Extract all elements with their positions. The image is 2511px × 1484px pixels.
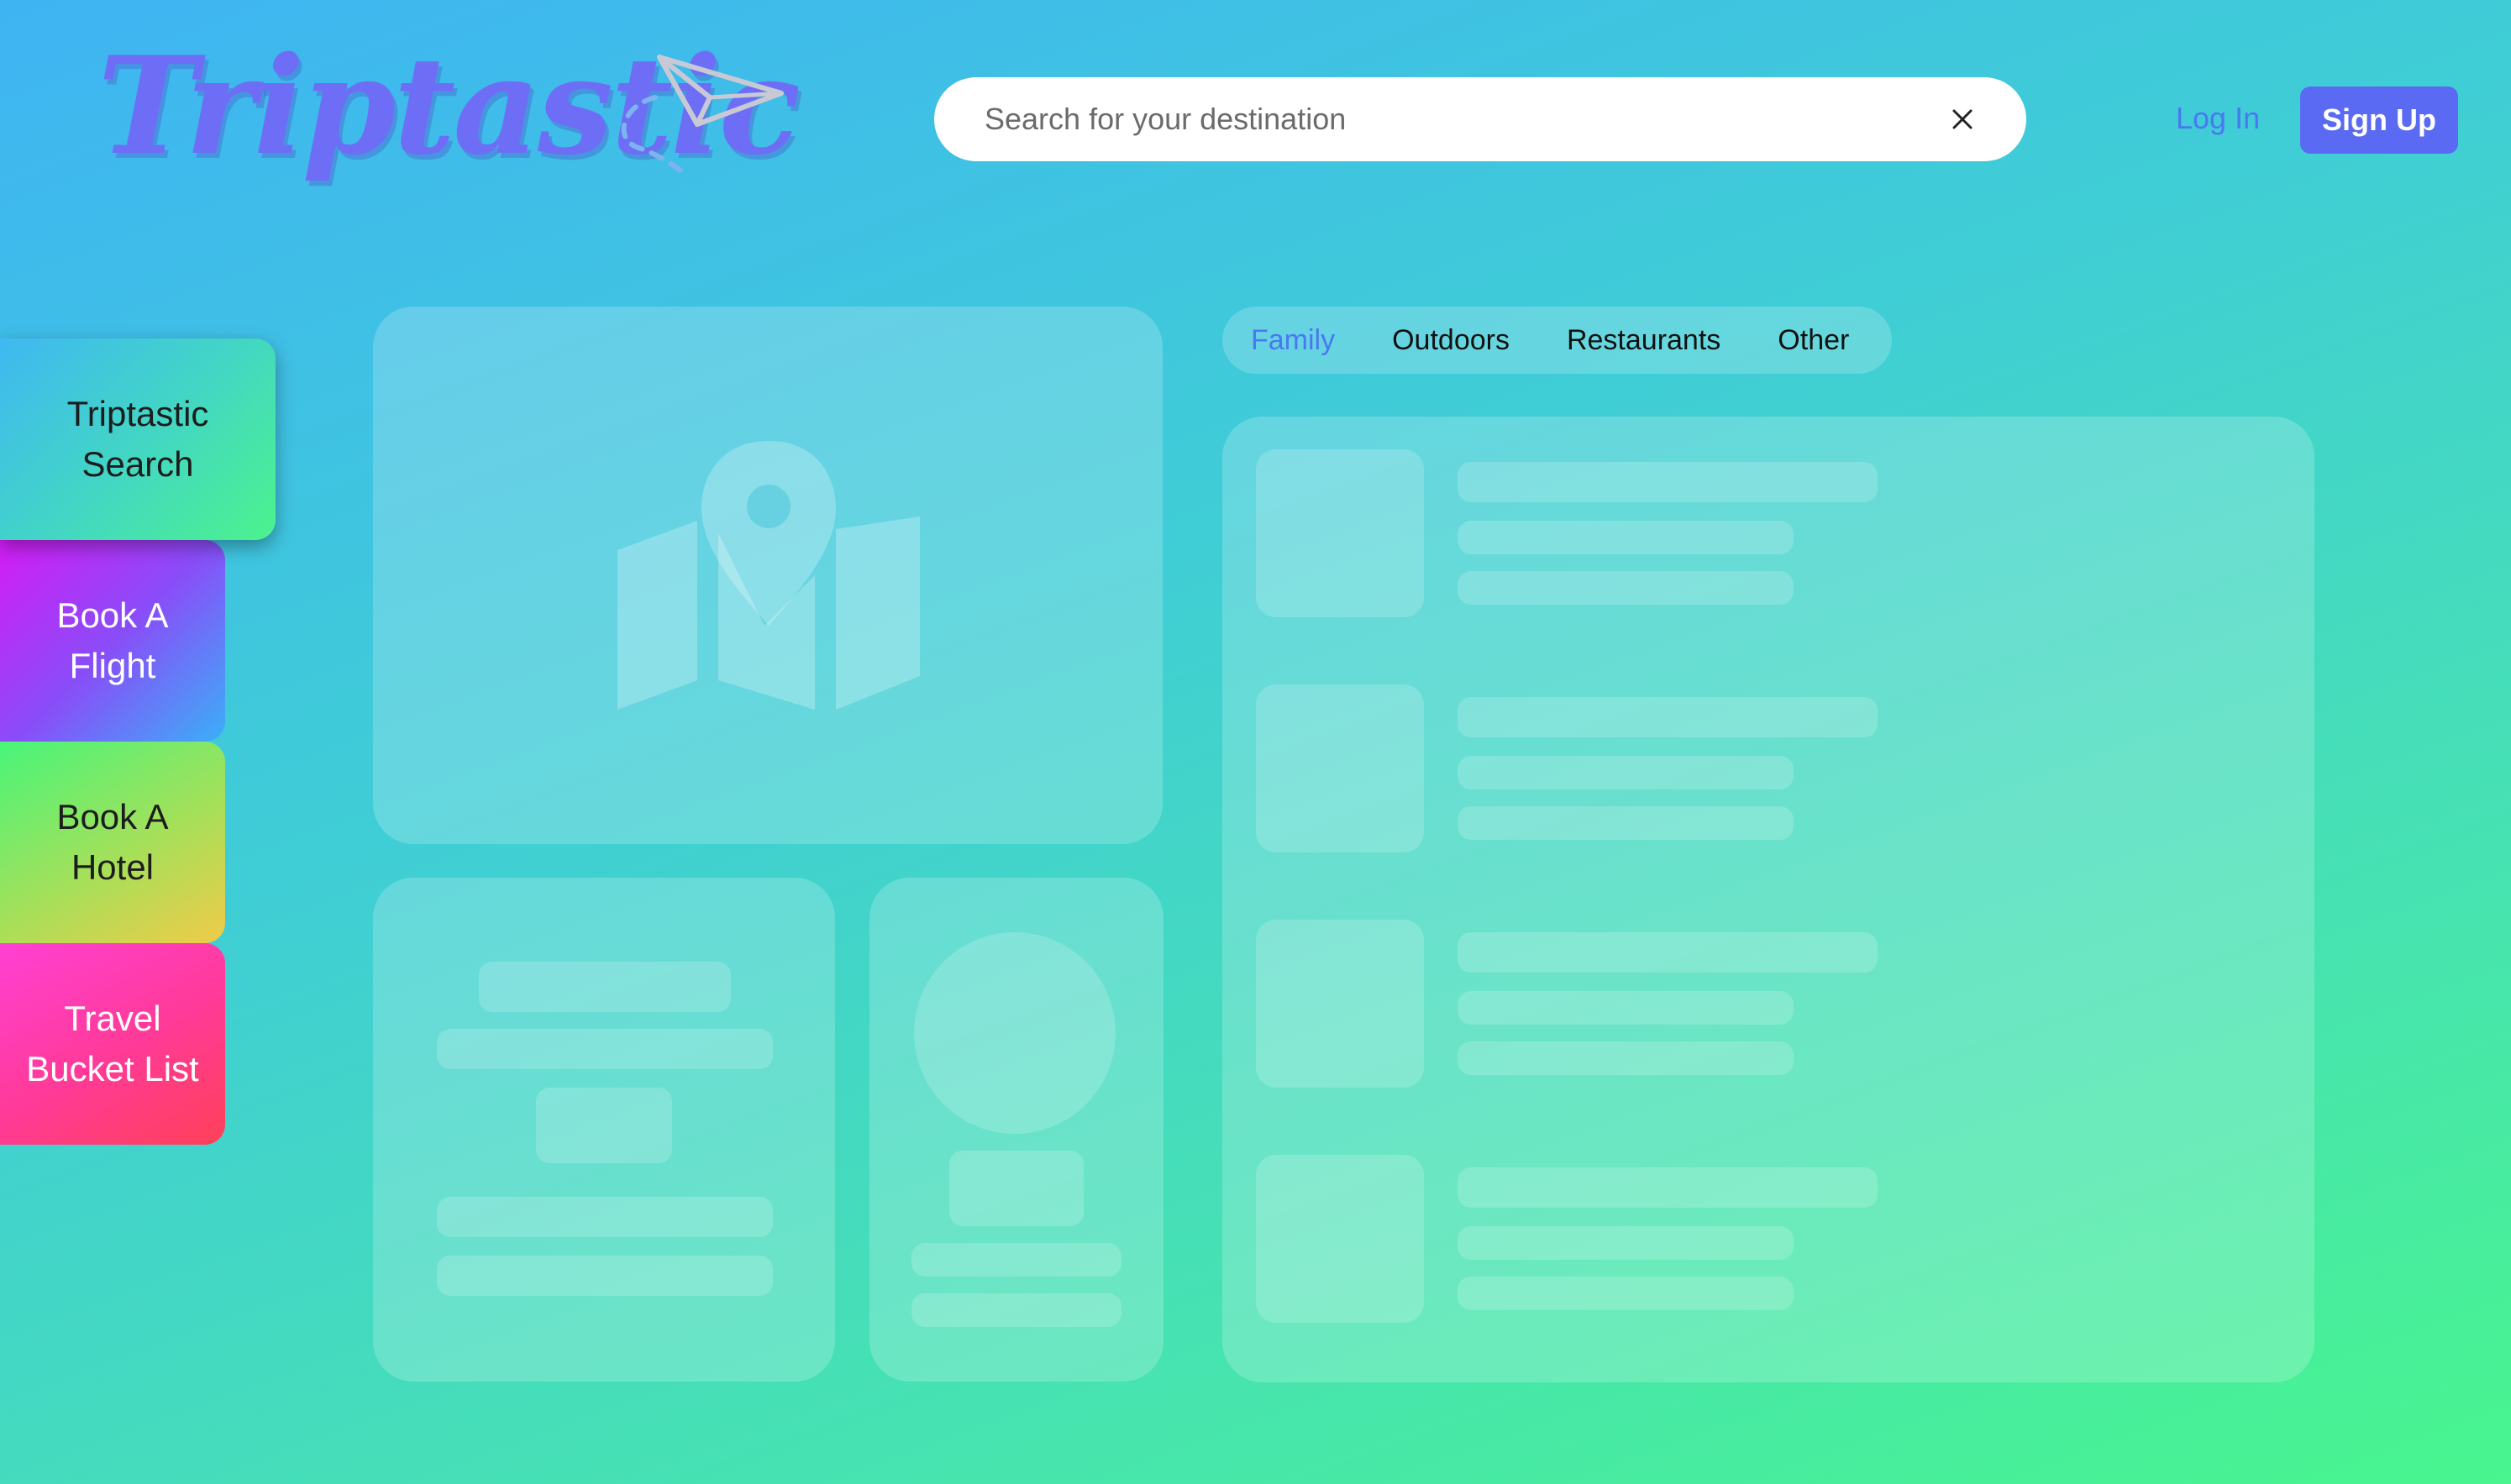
list-item-title (1458, 697, 1878, 737)
search-bar[interactable] (934, 77, 2026, 161)
signup-button[interactable]: Sign Up (2300, 87, 2458, 154)
list-item-line (1458, 1277, 1794, 1310)
sidebar-item-bucket-list[interactable]: Travel Bucket List (0, 943, 225, 1145)
list-item-thumbnail (1256, 1155, 1424, 1323)
skeleton-block (949, 1151, 1084, 1226)
skeleton-line (479, 962, 731, 1012)
list-item-title (1458, 932, 1878, 973)
list-item-line (1458, 1041, 1794, 1075)
sidebar-item-book-hotel[interactable]: Book A Hotel (0, 742, 225, 943)
list-item-line (1458, 806, 1794, 840)
list-item-line (1458, 991, 1794, 1025)
skeleton-block (536, 1088, 672, 1163)
sidebar-item-book-flight[interactable]: Book A Flight (0, 540, 225, 742)
list-item-thumbnail (1256, 920, 1424, 1088)
list-item-title (1458, 462, 1878, 502)
list-item-title (1458, 1167, 1878, 1208)
avatar-placeholder (914, 932, 1116, 1134)
list-item-thumbnail (1256, 684, 1424, 852)
list-item-line (1458, 1226, 1794, 1260)
sidebar-item-triptastic-search[interactable]: Triptastic Search (0, 338, 276, 540)
paper-plane-icon (621, 55, 784, 176)
close-icon[interactable] (1946, 102, 1979, 136)
list-item-line (1458, 521, 1794, 554)
list-item-line (1458, 756, 1794, 789)
search-input[interactable] (983, 101, 1946, 138)
tab-restaurants[interactable]: Restaurants (1538, 324, 1749, 357)
tab-other[interactable]: Other (1749, 324, 1878, 357)
list-item-thumbnail (1256, 449, 1424, 617)
skeleton-line (437, 1256, 773, 1296)
list-item-line (1458, 571, 1794, 605)
login-link[interactable]: Log In (2176, 101, 2260, 136)
skeleton-line (437, 1029, 773, 1069)
tab-family[interactable]: Family (1251, 324, 1363, 357)
tab-outdoors[interactable]: Outdoors (1363, 324, 1538, 357)
skeleton-line (911, 1243, 1122, 1277)
skeleton-line (437, 1197, 773, 1237)
map-pin-icon (617, 441, 920, 710)
skeleton-line (911, 1293, 1122, 1327)
category-tabs: Family Outdoors Restaurants Other (1222, 307, 1892, 374)
